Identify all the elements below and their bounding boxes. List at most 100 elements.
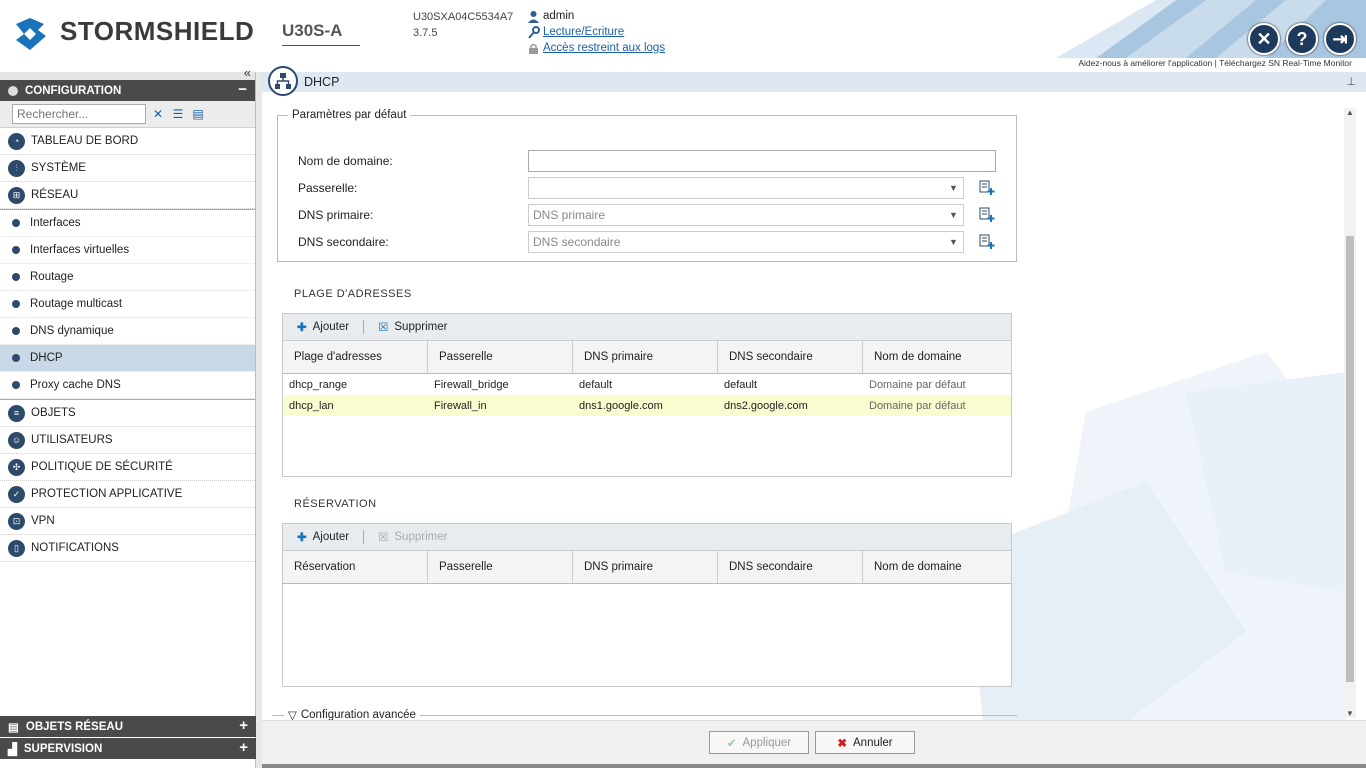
apply-button[interactable]: ✔ Appliquer bbox=[709, 731, 809, 754]
column-header[interactable]: DNS secondaire bbox=[718, 341, 863, 373]
column-header[interactable]: Passerelle bbox=[428, 551, 573, 583]
reservation-toolbar: ✚ Ajouter ☒ Supprimer bbox=[283, 524, 1011, 551]
clear-search-icon[interactable]: ✕ bbox=[150, 106, 166, 122]
help-icon[interactable]: ? bbox=[1286, 23, 1318, 55]
sidebar-item-dns-dynamique[interactable]: DNS dynamique bbox=[0, 318, 255, 345]
list-view-icon[interactable]: ☰ bbox=[170, 106, 186, 122]
cancel-label: Annuler bbox=[853, 736, 893, 749]
domain-input[interactable] bbox=[528, 150, 996, 172]
add-object-icon[interactable] bbox=[978, 179, 996, 197]
default-settings-group: Paramètres par défaut Nom de domaine: Pa… bbox=[277, 109, 1017, 262]
column-header[interactable]: DNS secondaire bbox=[718, 551, 863, 583]
dns-primary-row: DNS primaire: DNS primaire ▼ bbox=[298, 204, 996, 226]
sidebar-item-interfaces-virtuelles[interactable]: Interfaces virtuelles bbox=[0, 237, 255, 264]
page-title: DHCP bbox=[304, 75, 340, 89]
header-links: Aidez-nous à améliorer l'application | T… bbox=[1078, 58, 1352, 68]
sidebar-item-label: TABLEAU DE BORD bbox=[31, 135, 139, 147]
access-mode-link[interactable]: Lecture/Ecriture bbox=[543, 24, 624, 40]
tools-icon[interactable]: ✕ bbox=[1248, 23, 1280, 55]
dns-secondary-select[interactable]: DNS secondaire ▼ bbox=[528, 231, 964, 253]
table-cell: Firewall_bridge bbox=[434, 378, 509, 391]
notifications-icon: ▯ bbox=[8, 539, 25, 557]
chevron-down-icon[interactable]: ▼ bbox=[949, 237, 963, 247]
sidebar-item-protection-applicative[interactable]: ✓ PROTECTION APPLICATIVE bbox=[0, 481, 255, 508]
collapse-panel-icon[interactable]: − bbox=[238, 81, 247, 98]
sidebar-item-routage[interactable]: Routage bbox=[0, 264, 255, 291]
table-row[interactable]: dhcp_range Firewall_bridge default defau… bbox=[283, 374, 1011, 395]
table-cell: dhcp_lan bbox=[289, 399, 334, 412]
logs-access-link[interactable]: Accès restreint aux logs bbox=[543, 40, 665, 56]
users-icon: ☺ bbox=[8, 431, 25, 449]
table-row[interactable]: dhcp_lan Firewall_in dns1.google.com dns… bbox=[283, 395, 1011, 416]
expand-panel-icon[interactable]: + bbox=[239, 739, 248, 756]
improve-link[interactable]: Aidez-nous à améliorer l'application bbox=[1078, 58, 1212, 68]
sidebar-item-utilisateurs[interactable]: ☺ UTILISATEURS bbox=[0, 427, 255, 454]
column-header[interactable]: DNS primaire bbox=[573, 551, 718, 583]
stormshield-logo-icon bbox=[12, 16, 48, 52]
add-reservation-button[interactable]: ✚ Ajouter bbox=[297, 530, 349, 544]
column-header[interactable]: Réservation bbox=[283, 551, 428, 583]
sidebar-item-systeme[interactable]: ⫶ SYSTÈME bbox=[0, 155, 255, 182]
plus-icon: ✚ bbox=[297, 532, 307, 544]
expand-panel-icon[interactable]: + bbox=[239, 717, 248, 734]
bullet-icon bbox=[12, 300, 20, 308]
column-header[interactable]: Passerelle bbox=[428, 341, 573, 373]
objets-reseau-panel-header[interactable]: ▤ OBJETS RÉSEAU + bbox=[0, 716, 256, 737]
column-header[interactable]: Plage d'adresses bbox=[283, 341, 428, 373]
plus-icon: ✚ bbox=[297, 322, 307, 334]
system-icon: ⫶ bbox=[8, 159, 25, 177]
sidebar-item-vpn[interactable]: ⊡ VPN bbox=[0, 508, 255, 535]
pin-icon[interactable]: ⊥ bbox=[1346, 75, 1356, 88]
page-title-bar: DHCP ⊥ bbox=[262, 66, 1366, 96]
objects-icon: ≡ bbox=[8, 404, 25, 422]
sidebar-item-reseau[interactable]: ⊞ RÉSEAU bbox=[0, 182, 255, 209]
add-object-icon[interactable] bbox=[978, 233, 996, 251]
collapse-sidebar-icon[interactable]: « bbox=[244, 65, 251, 80]
table-header: Réservation Passerelle DNS primaire DNS … bbox=[283, 551, 1011, 584]
chevron-down-icon[interactable]: ▼ bbox=[949, 210, 963, 220]
add-range-button[interactable]: ✚ Ajouter bbox=[297, 320, 349, 334]
column-header[interactable]: DNS primaire bbox=[573, 341, 718, 373]
scroll-up-icon[interactable]: ▲ bbox=[1346, 108, 1354, 117]
sidebar-item-label: RÉSEAU bbox=[31, 189, 79, 201]
sidebar-item-objets[interactable]: ≡ OBJETS bbox=[0, 400, 255, 427]
dns-primary-select[interactable]: DNS primaire ▼ bbox=[528, 204, 964, 226]
model-name: U30S-A bbox=[282, 21, 360, 46]
shield-icon: ✓ bbox=[8, 485, 25, 503]
tree-view-icon[interactable]: ▤ bbox=[190, 106, 206, 122]
add-object-icon[interactable] bbox=[978, 206, 996, 224]
sidebar-item-politique-securite[interactable]: ✣ POLITIQUE DE SÉCURITÉ bbox=[0, 454, 255, 481]
delete-icon: ☒ bbox=[378, 532, 389, 544]
chevron-down-icon[interactable]: ▼ bbox=[949, 183, 963, 193]
configuration-panel-header[interactable]: CONFIGURATION − bbox=[0, 80, 255, 101]
scrollbar-thumb[interactable] bbox=[1346, 236, 1354, 682]
supervision-panel-header[interactable]: ▟ SUPERVISION + bbox=[0, 738, 256, 759]
sidebar-item-dhcp[interactable]: DHCP bbox=[0, 345, 255, 372]
table-cell: Domaine par défaut bbox=[869, 378, 966, 391]
search-input[interactable] bbox=[12, 104, 146, 124]
sidebar-item-tableau-de-bord[interactable]: ◔ TABLEAU DE BORD bbox=[0, 128, 255, 155]
cancel-button[interactable]: ✖ Annuler bbox=[815, 731, 915, 754]
toolbar-separator bbox=[363, 320, 365, 334]
column-header[interactable]: Nom de domaine bbox=[863, 341, 1009, 373]
column-header[interactable]: Nom de domaine bbox=[863, 551, 1009, 583]
sidebar-item-proxy-cache-dns[interactable]: Proxy cache DNS bbox=[0, 372, 255, 399]
gateway-select[interactable]: ▼ bbox=[528, 177, 964, 199]
sidebar-item-routage-multicast[interactable]: Routage multicast bbox=[0, 291, 255, 318]
delete-range-button[interactable]: ☒ Supprimer bbox=[378, 320, 447, 334]
check-icon: ✔ bbox=[726, 737, 737, 750]
configuration-icon bbox=[8, 85, 18, 96]
add-label: Ajouter bbox=[312, 531, 350, 543]
sidebar-item-notifications[interactable]: ▯ NOTIFICATIONS bbox=[0, 535, 255, 562]
chart-icon: ▟ bbox=[8, 743, 17, 756]
reservation-grid: ✚ Ajouter ☒ Supprimer Réservation Passerel… bbox=[282, 523, 1012, 687]
monitor-download-link[interactable]: Téléchargez SN Real-Time Monitor bbox=[1219, 58, 1352, 68]
delete-reservation-button[interactable]: ☒ Supprimer bbox=[378, 530, 447, 544]
domain-label: Nom de domaine: bbox=[298, 154, 393, 168]
device-info: U30SXA04C5534A7 3.7.5 bbox=[413, 9, 513, 41]
scroll-down-icon[interactable]: ▼ bbox=[1346, 709, 1354, 718]
sidebar-item-interfaces[interactable]: Interfaces bbox=[0, 210, 255, 237]
add-label: Ajouter bbox=[312, 321, 350, 333]
vertical-scrollbar[interactable]: ▲ ▼ bbox=[1344, 108, 1356, 718]
logout-icon[interactable]: ⇥ bbox=[1324, 23, 1356, 55]
